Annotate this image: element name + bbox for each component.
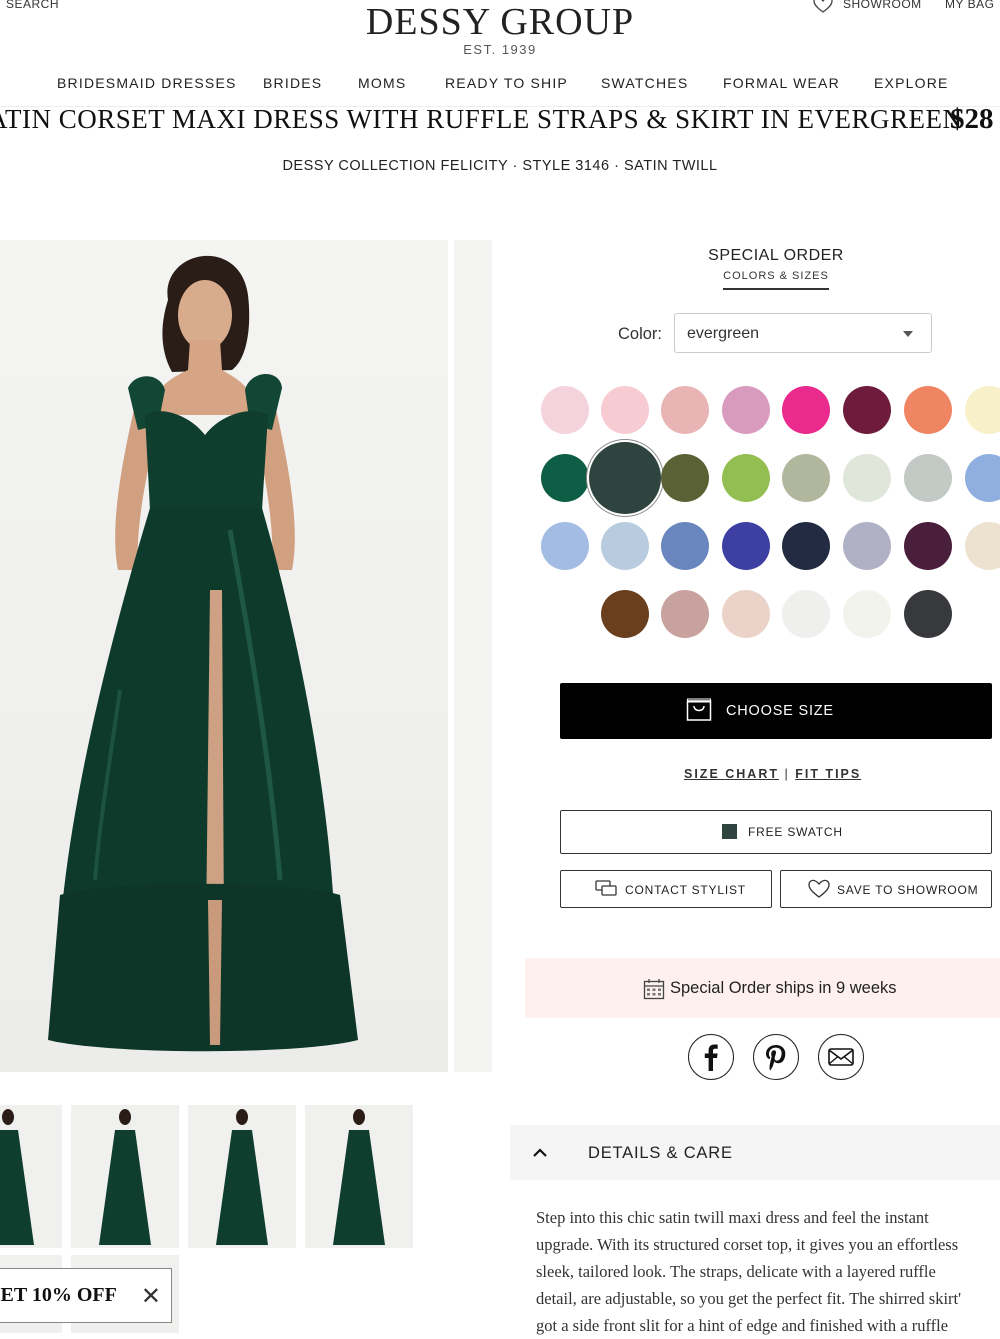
- nav-ready-to-ship[interactable]: READY TO SHIP: [445, 75, 568, 91]
- color-swatch[interactable]: [601, 386, 649, 434]
- color-swatch[interactable]: [843, 590, 891, 638]
- save-to-showroom-button[interactable]: SAVE TO SHOWROOM: [780, 870, 992, 908]
- showroom-link[interactable]: SHOWROOM: [843, 0, 922, 11]
- facebook-icon[interactable]: [688, 1034, 734, 1080]
- contact-stylist-button[interactable]: CONTACT STYLIST: [560, 870, 772, 908]
- color-swatch[interactable]: [661, 454, 709, 502]
- details-care-accordion[interactable]: DETAILS & CARE: [510, 1125, 1000, 1180]
- color-swatch[interactable]: [601, 590, 649, 638]
- product-price: $28: [950, 103, 994, 135]
- size-links: SIZE CHART | FIT TIPS: [684, 767, 861, 781]
- nav-bridesmaid-dresses[interactable]: BRIDESMAID DRESSES: [57, 75, 237, 91]
- product-description: Step into this chic satin twill maxi dre…: [536, 1204, 1000, 1339]
- shipping-label: Special Order ships in 9 weeks: [670, 979, 897, 997]
- special-order-subtitle: COLORS & SIZES: [723, 270, 829, 290]
- color-swatch[interactable]: [541, 522, 589, 570]
- color-select-value: evergreen: [687, 325, 760, 342]
- calendar-icon: [643, 978, 665, 1005]
- color-swatch[interactable]: [965, 386, 1000, 434]
- color-swatch[interactable]: [843, 522, 891, 570]
- description-line: sleek, tailored look. The straps, delica…: [536, 1262, 936, 1281]
- chat-bubbles-icon: [595, 880, 617, 903]
- promo-label: GET 10% OFF: [0, 1284, 117, 1306]
- color-swatch[interactable]: [965, 522, 1000, 570]
- special-order-tab[interactable]: SPECIAL ORDER COLORS & SIZES: [700, 247, 852, 290]
- close-icon[interactable]: ✕: [141, 1282, 161, 1311]
- color-swatch[interactable]: [904, 454, 952, 502]
- description-line: Step into this chic satin twill maxi dre…: [536, 1208, 929, 1227]
- heart-icon: [807, 879, 831, 904]
- color-swatch[interactable]: [722, 522, 770, 570]
- size-chart-link[interactable]: SIZE CHART: [684, 767, 779, 781]
- thumbnail-2[interactable]: [71, 1105, 179, 1248]
- product-title: ATIN CORSET MAXI DRESS WITH RUFFLE STRAP…: [0, 104, 963, 134]
- save-to-showroom-label: SAVE TO SHOWROOM: [837, 883, 979, 897]
- promo-banner[interactable]: GET 10% OFF ✕: [0, 1268, 172, 1323]
- nav-formal-wear[interactable]: FORMAL WEAR: [723, 75, 840, 91]
- color-swatch[interactable]: [843, 454, 891, 502]
- showroom-heart-icon[interactable]: [812, 0, 834, 14]
- choose-size-button[interactable]: CHOOSE SIZE: [560, 683, 992, 739]
- color-swatch[interactable]: [661, 386, 709, 434]
- nav-explore[interactable]: EXPLORE: [874, 75, 949, 91]
- color-swatch[interactable]: [541, 454, 589, 502]
- chevron-down-icon: [903, 331, 913, 337]
- product-side-image[interactable]: [454, 240, 492, 1072]
- thumbnail-4[interactable]: [305, 1105, 413, 1248]
- color-swatch[interactable]: [965, 454, 1000, 502]
- color-swatch[interactable]: [601, 522, 649, 570]
- shopping-bag-icon: [686, 698, 712, 727]
- color-swatch[interactable]: [661, 522, 709, 570]
- thumbnail-1[interactable]: [0, 1105, 62, 1248]
- description-line: detail, are adjustable, so you get the p…: [536, 1289, 962, 1308]
- color-swatch[interactable]: [904, 522, 952, 570]
- color-select[interactable]: evergreen: [674, 313, 932, 353]
- free-swatch-label: FREE SWATCH: [748, 825, 843, 839]
- main-nav: BRIDESMAID DRESSES BRIDES MOMS READY TO …: [0, 75, 1000, 95]
- choose-size-label: CHOOSE SIZE: [726, 703, 834, 719]
- my-bag-link[interactable]: MY BAG: [945, 0, 994, 11]
- product-subtitle: DESSY COLLECTION FELICITY · STYLE 3146 ·…: [282, 158, 718, 174]
- color-label: Color:: [618, 325, 663, 343]
- color-swatch[interactable]: [722, 590, 770, 638]
- details-care-label: DETAILS & CARE: [588, 1144, 733, 1162]
- fit-tips-link[interactable]: FIT TIPS: [795, 767, 861, 781]
- free-swatch-button[interactable]: FREE SWATCH: [560, 810, 992, 854]
- swatch-square-icon: [722, 824, 737, 839]
- nav-moms[interactable]: MOMS: [358, 75, 406, 91]
- nav-swatches[interactable]: SWATCHES: [601, 75, 688, 91]
- color-swatch[interactable]: [904, 386, 952, 434]
- shipping-notice: Special Order ships in 9 weeks: [525, 958, 1000, 1018]
- color-swatch[interactable]: [904, 590, 952, 638]
- color-swatch[interactable]: [843, 386, 891, 434]
- chevron-up-icon: [532, 1146, 548, 1164]
- thumbnail-3[interactable]: [188, 1105, 296, 1248]
- color-swatch[interactable]: [782, 590, 830, 638]
- special-order-title: SPECIAL ORDER: [708, 247, 844, 264]
- color-swatch-selected[interactable]: [589, 442, 661, 514]
- color-swatch[interactable]: [722, 386, 770, 434]
- pinterest-icon[interactable]: [753, 1034, 799, 1080]
- description-line: got a side front slit for a hint of edge…: [536, 1316, 949, 1335]
- description-line: upgrade. With its structured corset top,…: [536, 1235, 959, 1254]
- color-swatch[interactable]: [782, 386, 830, 434]
- est-tagline: EST. 1939: [463, 42, 537, 57]
- email-icon[interactable]: [818, 1034, 864, 1080]
- nav-brides[interactable]: BRIDES: [263, 75, 322, 91]
- color-swatch[interactable]: [782, 522, 830, 570]
- color-swatch[interactable]: [722, 454, 770, 502]
- size-links-separator: |: [784, 767, 796, 781]
- product-main-image[interactable]: [0, 240, 448, 1072]
- color-swatch[interactable]: [782, 454, 830, 502]
- color-swatch[interactable]: [541, 386, 589, 434]
- color-swatch[interactable]: [661, 590, 709, 638]
- contact-stylist-label: CONTACT STYLIST: [625, 883, 746, 897]
